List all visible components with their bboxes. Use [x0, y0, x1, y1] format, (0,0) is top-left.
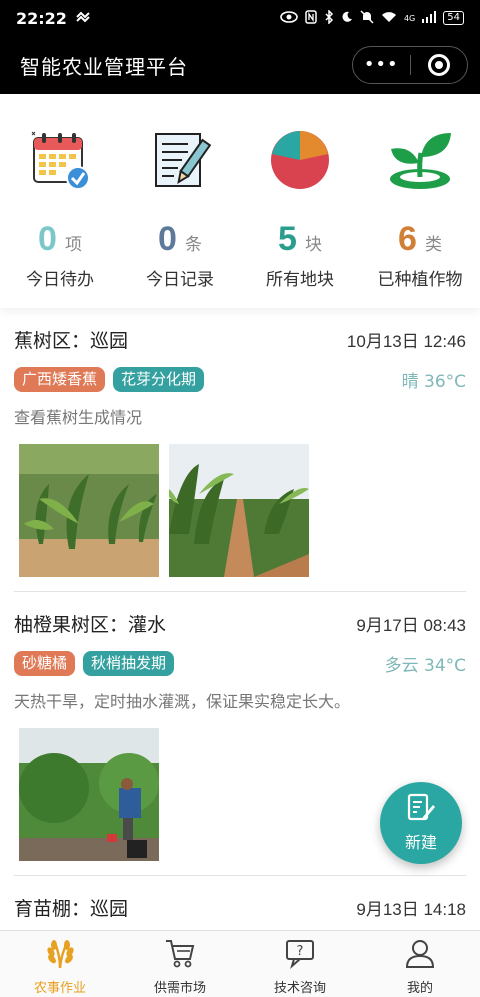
title-bar: 智能农业管理平台 •••: [0, 36, 480, 94]
nfc-icon: [305, 9, 317, 27]
record-time: 10月13日 12:46: [346, 332, 466, 351]
svg-text:?: ?: [297, 944, 304, 959]
sprout-icon: [385, 124, 455, 196]
record-photo[interactable]: [19, 444, 159, 577]
tab-label: 农事作业: [33, 981, 86, 996]
stat-todo[interactable]: 0 项 今日待办: [0, 94, 120, 308]
stat-crops[interactable]: 6 类 已种植作物: [360, 94, 480, 308]
record-time: 9月13日 14:18: [356, 900, 466, 919]
miniprogram-capsule: •••: [352, 46, 468, 84]
close-miniprogram-button[interactable]: [410, 54, 467, 76]
battery-icon: 54: [443, 11, 464, 25]
record-title: 育苗棚：巡园: [14, 898, 129, 920]
bluetooth-icon: [324, 8, 334, 27]
bottom-tab-bar: 农事作业 供需市场 ? 技术咨询 我的: [0, 930, 480, 997]
crop-tag: 砂糖橘: [14, 651, 76, 676]
target-icon: [427, 54, 450, 76]
user-icon: [404, 937, 436, 973]
status-bar: 22:22 4G 54: [0, 0, 480, 36]
record-time: 9月17日 08:43: [356, 616, 466, 635]
stat-count: 6: [398, 220, 417, 258]
stat-unit: 类: [424, 235, 442, 255]
stat-label: 已种植作物: [377, 270, 463, 290]
record-title: 蕉树区：巡园: [14, 330, 129, 352]
record-photo[interactable]: [169, 444, 309, 577]
stats-panel: 0 项 今日待办 0 条 今日记录 5 块 所有地块 6 类 已种植作物: [0, 94, 480, 308]
network-label: 4G: [403, 13, 416, 23]
stat-unit: 块: [304, 235, 322, 255]
mute-icon: [360, 9, 374, 27]
pie-chart-icon: [268, 124, 332, 196]
tab-farm-work[interactable]: 农事作业: [0, 931, 120, 997]
stat-label: 今日待办: [26, 270, 94, 290]
signal-icon: [422, 10, 437, 26]
stat-plots[interactable]: 5 块 所有地块: [240, 94, 360, 308]
moon-icon: [341, 11, 353, 26]
record-photo[interactable]: [19, 728, 159, 861]
stat-records[interactable]: 0 条 今日记录: [120, 94, 240, 308]
tab-consult[interactable]: ? 技术咨询: [240, 931, 360, 997]
stat-count: 0: [158, 220, 177, 258]
record-card[interactable]: 蕉树区：巡园 10月13日 12:46 广西矮香蕉 花芽分化期 晴 36°C 查…: [14, 308, 466, 592]
crop-tag: 广西矮香蕉: [14, 367, 106, 392]
new-record-label: 新建: [404, 833, 437, 852]
tab-label: 供需市场: [153, 981, 206, 996]
wheat-icon: [43, 937, 77, 973]
cart-icon: [164, 937, 196, 973]
tab-market[interactable]: 供需市场: [120, 931, 240, 997]
stat-unit: 项: [64, 235, 82, 255]
status-icons: 4G 54: [280, 8, 464, 27]
question-chat-icon: ?: [284, 937, 316, 973]
record-description: 天热干旱，定时抽水灌溉，保证果实稳定长大。: [14, 692, 351, 711]
stat-label: 所有地块: [266, 270, 334, 290]
weather-text: 晴 36°C: [401, 372, 466, 392]
more-options-button[interactable]: •••: [353, 46, 410, 84]
notes-pencil-icon: [148, 124, 212, 196]
eye-icon: [280, 10, 298, 26]
stat-label: 今日记录: [146, 270, 214, 290]
stage-tag: 花芽分化期: [113, 367, 205, 392]
notification-icon: [75, 11, 91, 26]
stat-count: 0: [38, 220, 57, 258]
weather-text: 多云 34°C: [384, 656, 466, 676]
stat-count: 5: [278, 220, 297, 258]
tab-label: 我的: [406, 981, 433, 996]
tab-label: 技术咨询: [273, 981, 326, 996]
edit-note-icon: [406, 793, 436, 827]
tab-profile[interactable]: 我的: [360, 931, 480, 997]
stage-tag: 秋梢抽发期: [83, 651, 175, 676]
status-time: 22:22: [16, 8, 67, 28]
record-title: 柚橙果树区：灌水: [14, 614, 167, 636]
record-description: 查看蕉树生成情况: [14, 408, 143, 427]
calendar-check-icon: [28, 124, 92, 196]
new-record-button[interactable]: 新建: [380, 782, 462, 864]
wifi-icon: [381, 11, 397, 26]
page-title: 智能农业管理平台: [20, 54, 188, 79]
stat-unit: 条: [184, 235, 202, 255]
